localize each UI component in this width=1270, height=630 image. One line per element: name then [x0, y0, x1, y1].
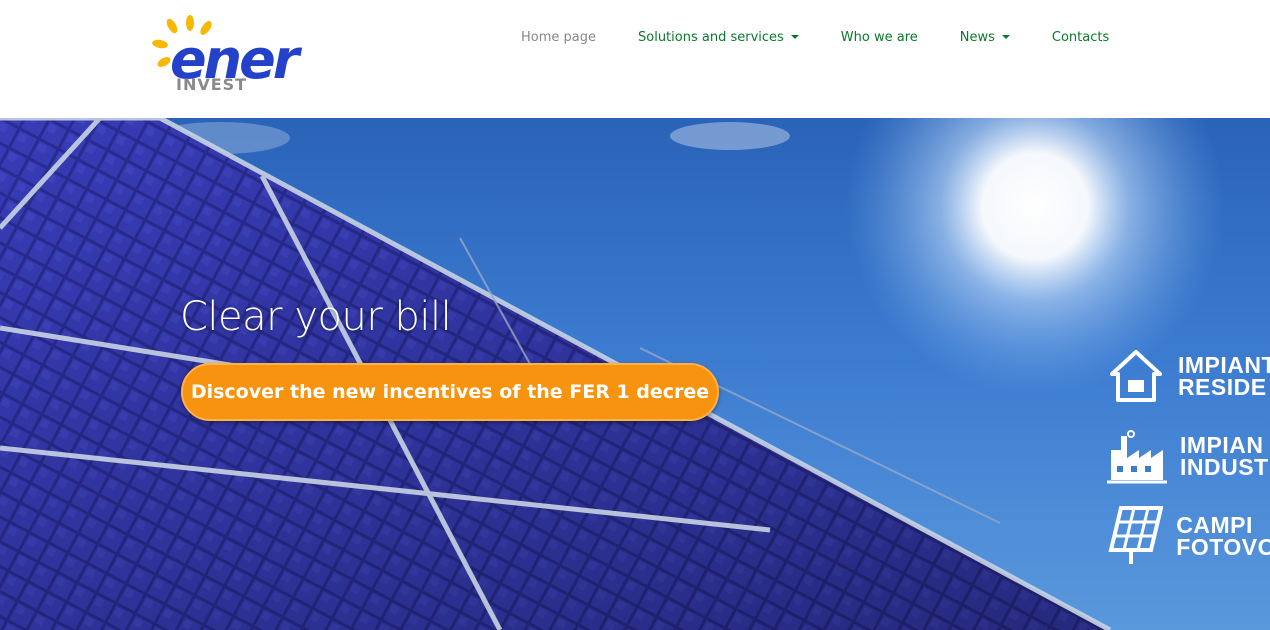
residential-plants-link[interactable]: IMPIANT RESIDE — [1106, 336, 1270, 416]
nav-contacts[interactable]: Contacts — [1031, 30, 1130, 45]
ener-invest-logo[interactable]: ener INVEST — [150, 14, 310, 94]
nav-who-we-are-label: Who we are — [840, 29, 918, 45]
nav-home-label: Home page — [521, 29, 596, 45]
solar-panel-icon — [1106, 505, 1164, 567]
nav-solutions-label: Solutions and services — [638, 29, 784, 45]
factory-icon — [1106, 425, 1168, 487]
nav-home[interactable]: Home page — [500, 30, 617, 45]
hero-banner: Clear your bill Discover the new incenti… — [0, 118, 1270, 630]
residential-line2: RESIDE — [1177, 374, 1267, 400]
industrial-plants-link[interactable]: IMPIAN INDUST — [1106, 416, 1270, 496]
industrial-line2: INDUST — [1180, 454, 1269, 480]
main-nav: Home page Solutions and services Who we … — [500, 26, 1130, 48]
nav-news-label: News — [959, 29, 995, 45]
fer1-incentives-button[interactable]: Discover the new incentives of the FER 1… — [181, 363, 719, 421]
photovoltaic-fields-link[interactable]: CAMPI FOTOVO — [1106, 496, 1270, 576]
svg-text:INVEST: INVEST — [176, 75, 247, 94]
nav-who-we-are[interactable]: Who we are — [820, 30, 939, 45]
hero-title: Clear your bill — [180, 294, 452, 340]
service-category-list: IMPIANT RESIDE IMPIAN INDUST CAMPI FOTOV… — [1106, 336, 1270, 576]
nav-solutions-and-services[interactable]: Solutions and services — [617, 30, 820, 45]
site-header: ener INVEST Home page Solutions and serv… — [0, 0, 1270, 118]
caret-down-icon — [1001, 35, 1010, 39]
nav-news[interactable]: News — [939, 30, 1031, 45]
photovoltaic-line2: FOTOVO — [1176, 534, 1270, 560]
nav-contacts-label: Contacts — [1051, 29, 1110, 45]
caret-down-icon — [790, 35, 799, 39]
house-icon — [1106, 345, 1166, 407]
